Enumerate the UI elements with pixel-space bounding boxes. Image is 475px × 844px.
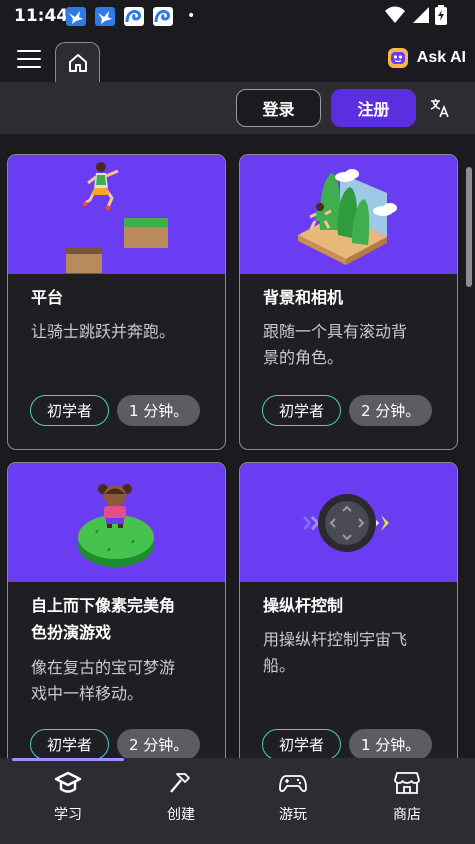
active-tab-indicator [12,758,124,761]
register-button[interactable]: 注册 [331,89,416,127]
system-status-icons [385,5,447,25]
duration-badge: 2 分钟。 [349,395,433,426]
store-icon [394,772,420,794]
level-badge: 初学者 [30,729,110,758]
card-description-line-1: 像在复古的宝可梦游 [31,658,176,677]
card-illustration-joystick [240,463,457,582]
ask-ai-button[interactable]: Ask AI [387,47,466,69]
card-illustration-platformer [8,155,225,274]
gamepad-icon [279,775,307,793]
card-illustration-background-camera [240,155,457,274]
duration-badge: 2 分钟。 [117,729,201,758]
signal-icon [413,7,429,23]
level-badge: 初学者 [30,395,110,426]
card-title: 操纵杆控制 [263,596,344,615]
robot-face-icon [387,48,408,68]
card-description-line-1: 跟随一个具有滚动背 [263,322,408,341]
nav-item-create[interactable]: 创建 [146,770,216,824]
tutorial-card-joystick[interactable]: 操纵杆控制 用操纵杆控制宇宙飞 船。 初学者 1 分钟。 [239,462,458,758]
card-title-line-2: 色扮演游戏 [31,623,112,642]
battery-charging-icon [435,5,447,25]
card-description-line-2: 景的角色。 [263,348,344,367]
ask-ai-label: Ask AI [416,49,466,66]
card-description-line-1: 用操纵杆控制宇宙飞 [263,630,408,649]
menu-icon[interactable] [17,50,41,68]
home-tab[interactable] [55,42,100,82]
nav-label: 创建 [167,807,195,823]
bird-icon [66,7,86,26]
graduation-cap-icon [54,771,82,793]
wave-app-icon [153,7,173,26]
hammer-icon [170,773,190,793]
duration-badge: 1 分钟。 [349,729,433,758]
card-title: 平台 [31,288,64,307]
login-button[interactable]: 登录 [236,89,321,127]
notification-dot: • [187,8,196,24]
card-illustration-topdown-rpg [8,463,225,582]
card-description-line-2: 船。 [263,656,296,675]
card-description-line-2: 戏中一样移动。 [31,684,144,703]
card-description: 让骑士跳跃并奔跑。 [31,322,176,341]
bird-icon [95,7,115,26]
bottom-nav: 学习 创建 游玩 商店 [0,758,475,844]
app-header: Ask AI [0,34,475,82]
nav-label: 商店 [393,807,421,823]
wave-app-icon [124,7,144,26]
card-title: 背景和相机 [263,288,344,307]
duration-badge: 1 分钟。 [117,395,201,426]
nav-item-play[interactable]: 游玩 [258,770,328,824]
status-bar: 11:44 • [0,0,475,34]
auth-bar: 登录 注册 [0,82,475,134]
wifi-icon [385,6,405,23]
status-time: 11:44 [14,6,69,26]
home-icon [68,53,87,72]
scrollbar[interactable] [466,167,472,287]
card-title-line-1: 自上而下像素完美角 [31,596,176,615]
nav-item-shop[interactable]: 商店 [372,770,442,824]
tutorial-card-platformer[interactable]: 平台 让骑士跳跃并奔跑。 初学者 1 分钟。 [7,154,226,450]
tutorial-card-background-camera[interactable]: 背景和相机 跟随一个具有滚动背 景的角色。 初学者 2 分钟。 [239,154,458,450]
nav-label: 游玩 [279,807,307,823]
nav-item-learn[interactable]: 学习 [33,770,103,824]
level-badge: 初学者 [262,395,342,426]
translate-icon[interactable] [428,96,452,120]
nav-label: 学习 [54,807,82,823]
tutorial-grid[interactable]: 平台 让骑士跳跃并奔跑。 初学者 1 分钟。 背景和相机 跟随一个具有滚动背 景… [0,134,475,758]
tutorial-card-topdown-rpg[interactable]: 自上而下像素完美角 色扮演游戏 像在复古的宝可梦游 戏中一样移动。 初学者 2 … [7,462,226,758]
level-badge: 初学者 [262,729,342,758]
